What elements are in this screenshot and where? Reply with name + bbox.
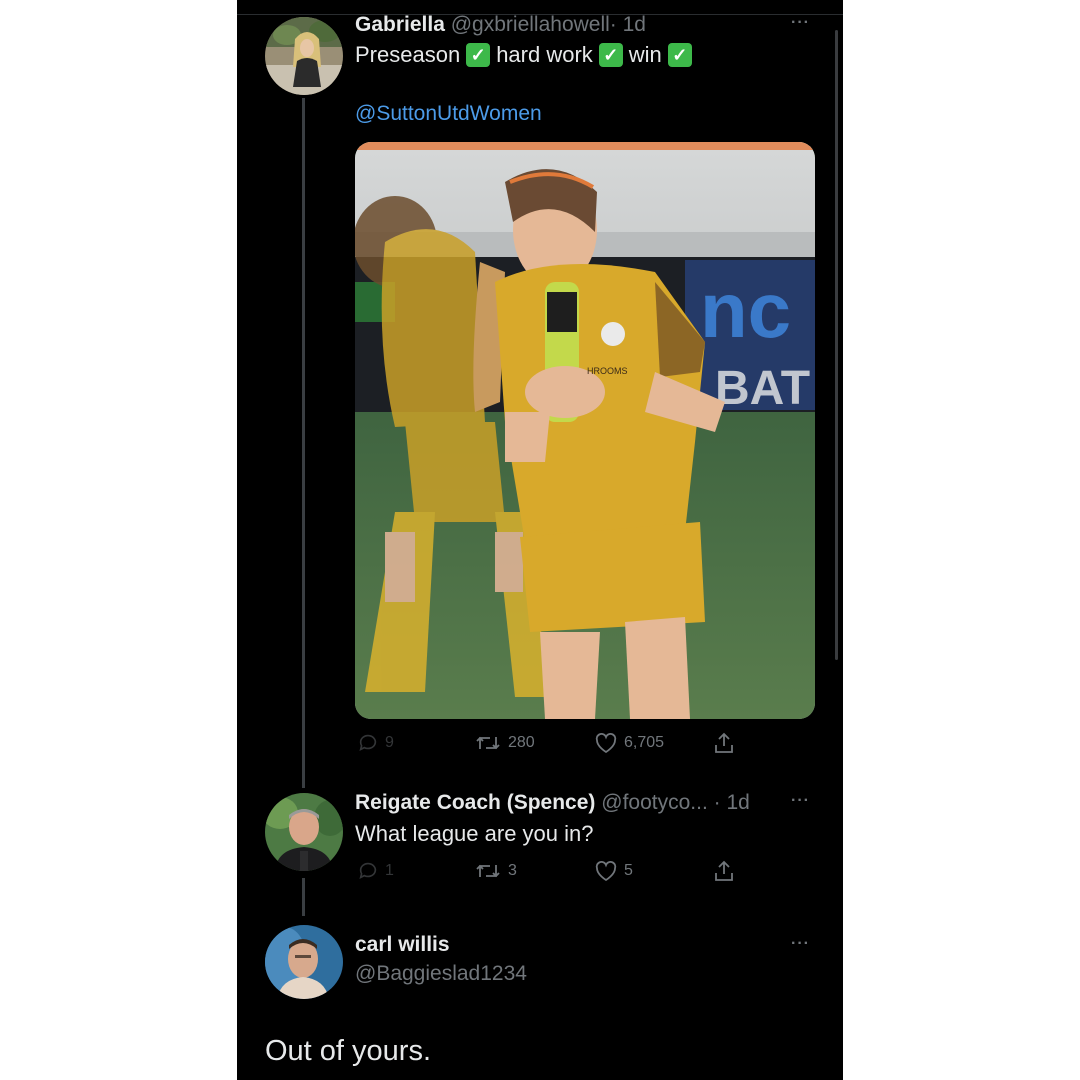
avatar-carl-willis[interactable] bbox=[265, 925, 343, 999]
like-button[interactable]: 5 bbox=[594, 860, 633, 882]
more-icon[interactable]: ··· bbox=[791, 935, 810, 953]
timestamp: · 1d bbox=[713, 791, 750, 814]
retweet-icon bbox=[476, 736, 500, 750]
share-button[interactable] bbox=[713, 731, 741, 755]
avatar-reigate-coach[interactable] bbox=[265, 793, 343, 871]
avatar-gabriella[interactable] bbox=[265, 17, 343, 95]
text-part: win bbox=[628, 42, 662, 67]
tweet3-text: Out of yours. bbox=[265, 1035, 432, 1067]
share-icon bbox=[715, 732, 733, 753]
like-icon bbox=[595, 861, 617, 882]
thread-line bbox=[302, 98, 305, 788]
mention-link[interactable]: @SuttonUtdWomen bbox=[355, 102, 542, 126]
author-handle[interactable]: @footyco... bbox=[601, 791, 708, 814]
retweet-button[interactable]: 3 bbox=[474, 860, 517, 882]
tweet2-text: What league are you in? bbox=[355, 821, 594, 846]
author-name[interactable]: Gabriella bbox=[355, 13, 445, 36]
share-button[interactable] bbox=[713, 859, 741, 883]
author-name[interactable]: Reigate Coach (Spence) bbox=[355, 791, 595, 814]
tweet-photo[interactable]: nc BAT HROOMS bbox=[355, 142, 815, 719]
check-icon: ✓ bbox=[466, 43, 491, 67]
stadium-sign-text: nc bbox=[700, 266, 791, 354]
like-count: 5 bbox=[624, 862, 633, 879]
timestamp: · 1d bbox=[609, 13, 646, 36]
author-handle[interactable]: @gxbriellahowell bbox=[451, 13, 610, 36]
retweet-count: 3 bbox=[508, 862, 517, 879]
tweet1-text: Preseason ✓ hard work ✓ win ✓ bbox=[355, 42, 698, 68]
tweet1-header: Gabriella @gxbriellahowell· 1d bbox=[355, 13, 646, 37]
share-icon bbox=[715, 860, 733, 881]
reply-count: 9 bbox=[385, 734, 394, 751]
like-button[interactable]: 6,705 bbox=[594, 732, 664, 754]
reply-icon bbox=[359, 734, 377, 751]
more-icon[interactable]: ··· bbox=[791, 14, 810, 32]
tweet2-header: Reigate Coach (Spence) @footyco... · 1d bbox=[355, 791, 750, 815]
author-name[interactable]: carl willis bbox=[355, 933, 450, 956]
phone-screen: Gabriella @gxbriellahowell· 1d ··· Prese… bbox=[237, 0, 843, 1080]
tweet3-handle: @Baggieslad1234 bbox=[355, 962, 527, 986]
check-icon: ✓ bbox=[667, 43, 692, 67]
retweet-count: 280 bbox=[508, 734, 535, 751]
scrollbar[interactable] bbox=[835, 30, 838, 660]
more-icon[interactable]: ··· bbox=[791, 792, 810, 810]
like-icon bbox=[595, 733, 617, 754]
check-icon: ✓ bbox=[598, 43, 623, 67]
reply-icon bbox=[359, 862, 377, 879]
thread-line bbox=[302, 878, 305, 916]
reply-count: 1 bbox=[385, 862, 394, 879]
text-part: Preseason bbox=[355, 42, 461, 67]
retweet-icon bbox=[476, 864, 500, 878]
text-part: hard work bbox=[496, 42, 593, 67]
like-count: 6,705 bbox=[624, 734, 665, 751]
retweet-button[interactable]: 280 bbox=[474, 732, 535, 754]
reply-button[interactable]: 9 bbox=[357, 732, 394, 754]
kit-sponsor-text: HROOMS bbox=[587, 366, 628, 376]
author-handle[interactable]: @Baggieslad1234 bbox=[355, 962, 527, 985]
tweet3-name: carl willis bbox=[355, 933, 450, 957]
stadium-sign-text: BAT bbox=[715, 362, 810, 415]
reply-button[interactable]: 1 bbox=[357, 860, 394, 882]
